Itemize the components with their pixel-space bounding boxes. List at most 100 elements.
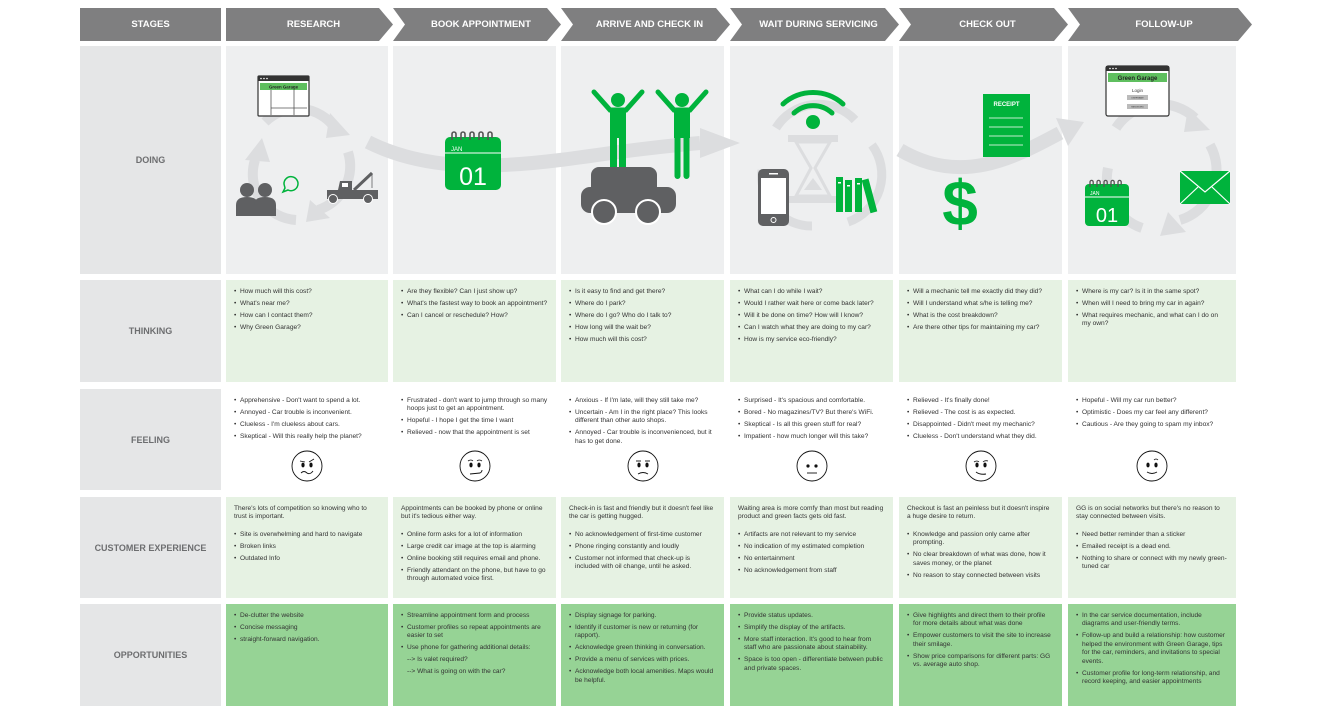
list-item: No reason to stay connected between visi… — [907, 572, 1054, 581]
list-item: Skeptical - Will this really help the pl… — [234, 433, 380, 442]
feeling-cell-book-appointment: Frustrated - don't want to jump through … — [393, 389, 556, 490]
bullet-list: No acknowledgement of first-time custome… — [569, 531, 716, 572]
journey-arrowhead — [700, 128, 740, 158]
hourglass-icon — [788, 135, 838, 203]
calendar-icon: JAN 01 — [1085, 179, 1129, 227]
bullet-list: What can I do while I wait? Would I rathe… — [738, 288, 885, 345]
list-item: Are they flexible? Can I just show up? — [401, 288, 548, 297]
list-item: Outdated Info — [234, 555, 380, 564]
list-item: No clear breakdown of what was done, how… — [907, 551, 1054, 568]
list-item: Disappointed - Didn't meet my mechanic? — [907, 421, 1054, 430]
opportunities-cell-wait-during-servicing: Provide status updates. Simplify the disp… — [730, 604, 893, 706]
list-item: Site is overwhelming and hard to navigat… — [234, 531, 380, 540]
row-label-opportunities: OPPORTUNITIES — [80, 604, 221, 706]
list-item: Provide status updates. — [738, 612, 885, 621]
list-item: Simplify the display of the artifacts. — [738, 624, 885, 633]
list-item: Skeptical - Is all this green stuff for … — [738, 421, 885, 430]
list-item: What's near me? — [234, 300, 380, 309]
bullet-list: Streamline appointment form and process C… — [401, 612, 548, 677]
cx-summary: There's lots of competition so knowing w… — [234, 505, 367, 521]
website-icon: Green Garage — [257, 75, 310, 117]
list-item: Knowledge and passion only came after pr… — [907, 531, 1054, 548]
list-item: Annoyed - Car trouble is inconvenient. — [234, 409, 380, 418]
customer-experience-cell-follow-up: GG is on social networks but there's no … — [1068, 497, 1236, 598]
list-item: Are there other tips for maintaining my … — [907, 324, 1054, 333]
bullet-list: De-clutter the website Concise messaging s… — [234, 612, 380, 645]
bullet-list: Need better reminder than a sticker Email… — [1076, 531, 1228, 572]
thinking-cell-book-appointment: Are they flexible? Can I just show up? Wh… — [393, 280, 556, 382]
bullet-list: Apprehensive - Don't want to spend a lot… — [234, 397, 380, 442]
cx-summary: Check-in is fast and friendly but it doe… — [569, 505, 714, 521]
cheering-people-icon — [591, 89, 709, 179]
row-label-customer-experience: CUSTOMER EXPERIENCE — [80, 497, 221, 598]
bullet-list: Hopeful - Will my car run better? Optimis… — [1076, 397, 1228, 430]
bullet-list: How much will this cost? What's near me? H… — [234, 288, 380, 333]
svg-text:Green Garage: Green Garage — [1118, 76, 1158, 82]
row-label-thinking: THINKING — [80, 280, 221, 382]
mail-icon — [1179, 170, 1231, 205]
list-item: Follow-up and build a relationship: how … — [1076, 632, 1228, 666]
thinking-cell-check-out: Will a mechanic tell me exactly did they… — [899, 280, 1062, 382]
list-item: Clueless - I'm clueless about cars. — [234, 421, 380, 430]
journey-arrowhead — [1056, 118, 1084, 146]
face-hopeful-icon — [1136, 450, 1168, 482]
list-item: Will it be done on time? How will I know… — [738, 312, 885, 321]
list-item: What requires mechanic, and what can I d… — [1076, 312, 1228, 329]
cx-summary: GG is on social networks but there's no … — [1076, 505, 1220, 521]
cx-summary: Appointments can be booked by phone or o… — [401, 505, 543, 521]
list-item: Cautious - Are they going to spam my inb… — [1076, 421, 1228, 430]
face-unsure-icon — [459, 450, 490, 482]
list-item: Use phone for gathering additional detai… — [401, 644, 548, 653]
bullet-list: Artifacts are not relevant to my service… — [738, 531, 885, 576]
list-item: Artifacts are not relevant to my service — [738, 531, 885, 540]
opportunities-cell-book-appointment: Streamline appointment form and process C… — [393, 604, 556, 706]
list-item: Anxious - If I'm late, will they still t… — [569, 397, 716, 406]
list-item: Acknowledge both local amenities. Maps w… — [569, 668, 716, 685]
list-item: How much will this cost? — [569, 336, 716, 345]
list-item: No acknowledgement of first-time custome… — [569, 531, 716, 540]
list-item: Why Green Garage? — [234, 324, 380, 333]
opportunities-cell-arrive-and-check-in: Display signage for parking. Identify if … — [561, 604, 724, 706]
thinking-cell-arrive-and-check-in: Is it easy to find and get there? Where d… — [561, 280, 724, 382]
face-neutral-icon — [796, 450, 827, 482]
opportunities-cell-check-out: Give highlights and direct them to their… — [899, 604, 1062, 706]
sub-list-item: --> What is going on with the car? — [407, 668, 506, 676]
svg-text:Green Garage: Green Garage — [269, 85, 299, 90]
svg-text:JAN: JAN — [1090, 191, 1100, 197]
customer-experience-cell-wait-during-servicing: Waiting area is more comfy than most but… — [730, 497, 893, 598]
list-item: Relieved - It's finally done! — [907, 397, 1054, 406]
bullet-list: Are they flexible? Can I just show up? Wh… — [401, 288, 548, 321]
bullet-list: Is it easy to find and get there? Where d… — [569, 288, 716, 345]
svg-text:PASSWORD: PASSWORD — [1131, 106, 1144, 109]
list-item: Is it easy to find and get there? — [569, 288, 716, 297]
list-item: Can I watch what they are doing to my ca… — [738, 324, 885, 333]
list-item: How much will this cost? — [234, 288, 380, 297]
bullet-list: Online form asks for a lot of informatio… — [401, 531, 548, 584]
list-item: Apprehensive - Don't want to spend a lot… — [234, 397, 380, 406]
sub-list-item: --> Is valet required? — [407, 656, 468, 664]
cx-summary: Checkout is fast an peinless but it does… — [907, 505, 1050, 521]
bullet-list: Frustrated - don't want to jump through … — [401, 397, 548, 438]
list-item: Where do I park? — [569, 300, 716, 309]
feeling-cell-research: Apprehensive - Don't want to spend a lot… — [226, 389, 388, 490]
list-item: Online form asks for a lot of informatio… — [401, 531, 548, 540]
thinking-cell-follow-up: Where is my car? Is it in the same spot?… — [1068, 280, 1236, 382]
books-icon — [836, 177, 878, 214]
list-item: Frustrated - don't want to jump through … — [401, 397, 548, 414]
feeling-cell-follow-up: Hopeful - Will my car run better? Optimis… — [1068, 389, 1236, 490]
list-item: No acknowledgement from staff — [738, 567, 885, 576]
bullet-list: Provide status updates. Simplify the disp… — [738, 612, 885, 673]
list-item: What's the fastest way to book an appoin… — [401, 300, 548, 309]
customer-experience-cell-book-appointment: Appointments can be booked by phone or o… — [393, 497, 556, 598]
svg-text:JAN: JAN — [451, 147, 462, 153]
thinking-cell-wait-during-servicing: What can I do while I wait? Would I rathe… — [730, 280, 893, 382]
customer-experience-cell-research: There's lots of competition so knowing w… — [226, 497, 388, 598]
list-item: Where do I go? Who do I talk to? — [569, 312, 716, 321]
receipt-icon: RECEIPT — [983, 94, 1030, 157]
list-item: Broken links — [234, 543, 380, 552]
svg-text:Login: Login — [1132, 88, 1144, 93]
list-item: Display signage for parking. — [569, 612, 716, 621]
list-item: More staff interaction. It's good to hea… — [738, 636, 885, 653]
list-item: De-clutter the website — [234, 612, 380, 621]
bullet-list: Knowledge and passion only came after pr… — [907, 531, 1054, 581]
